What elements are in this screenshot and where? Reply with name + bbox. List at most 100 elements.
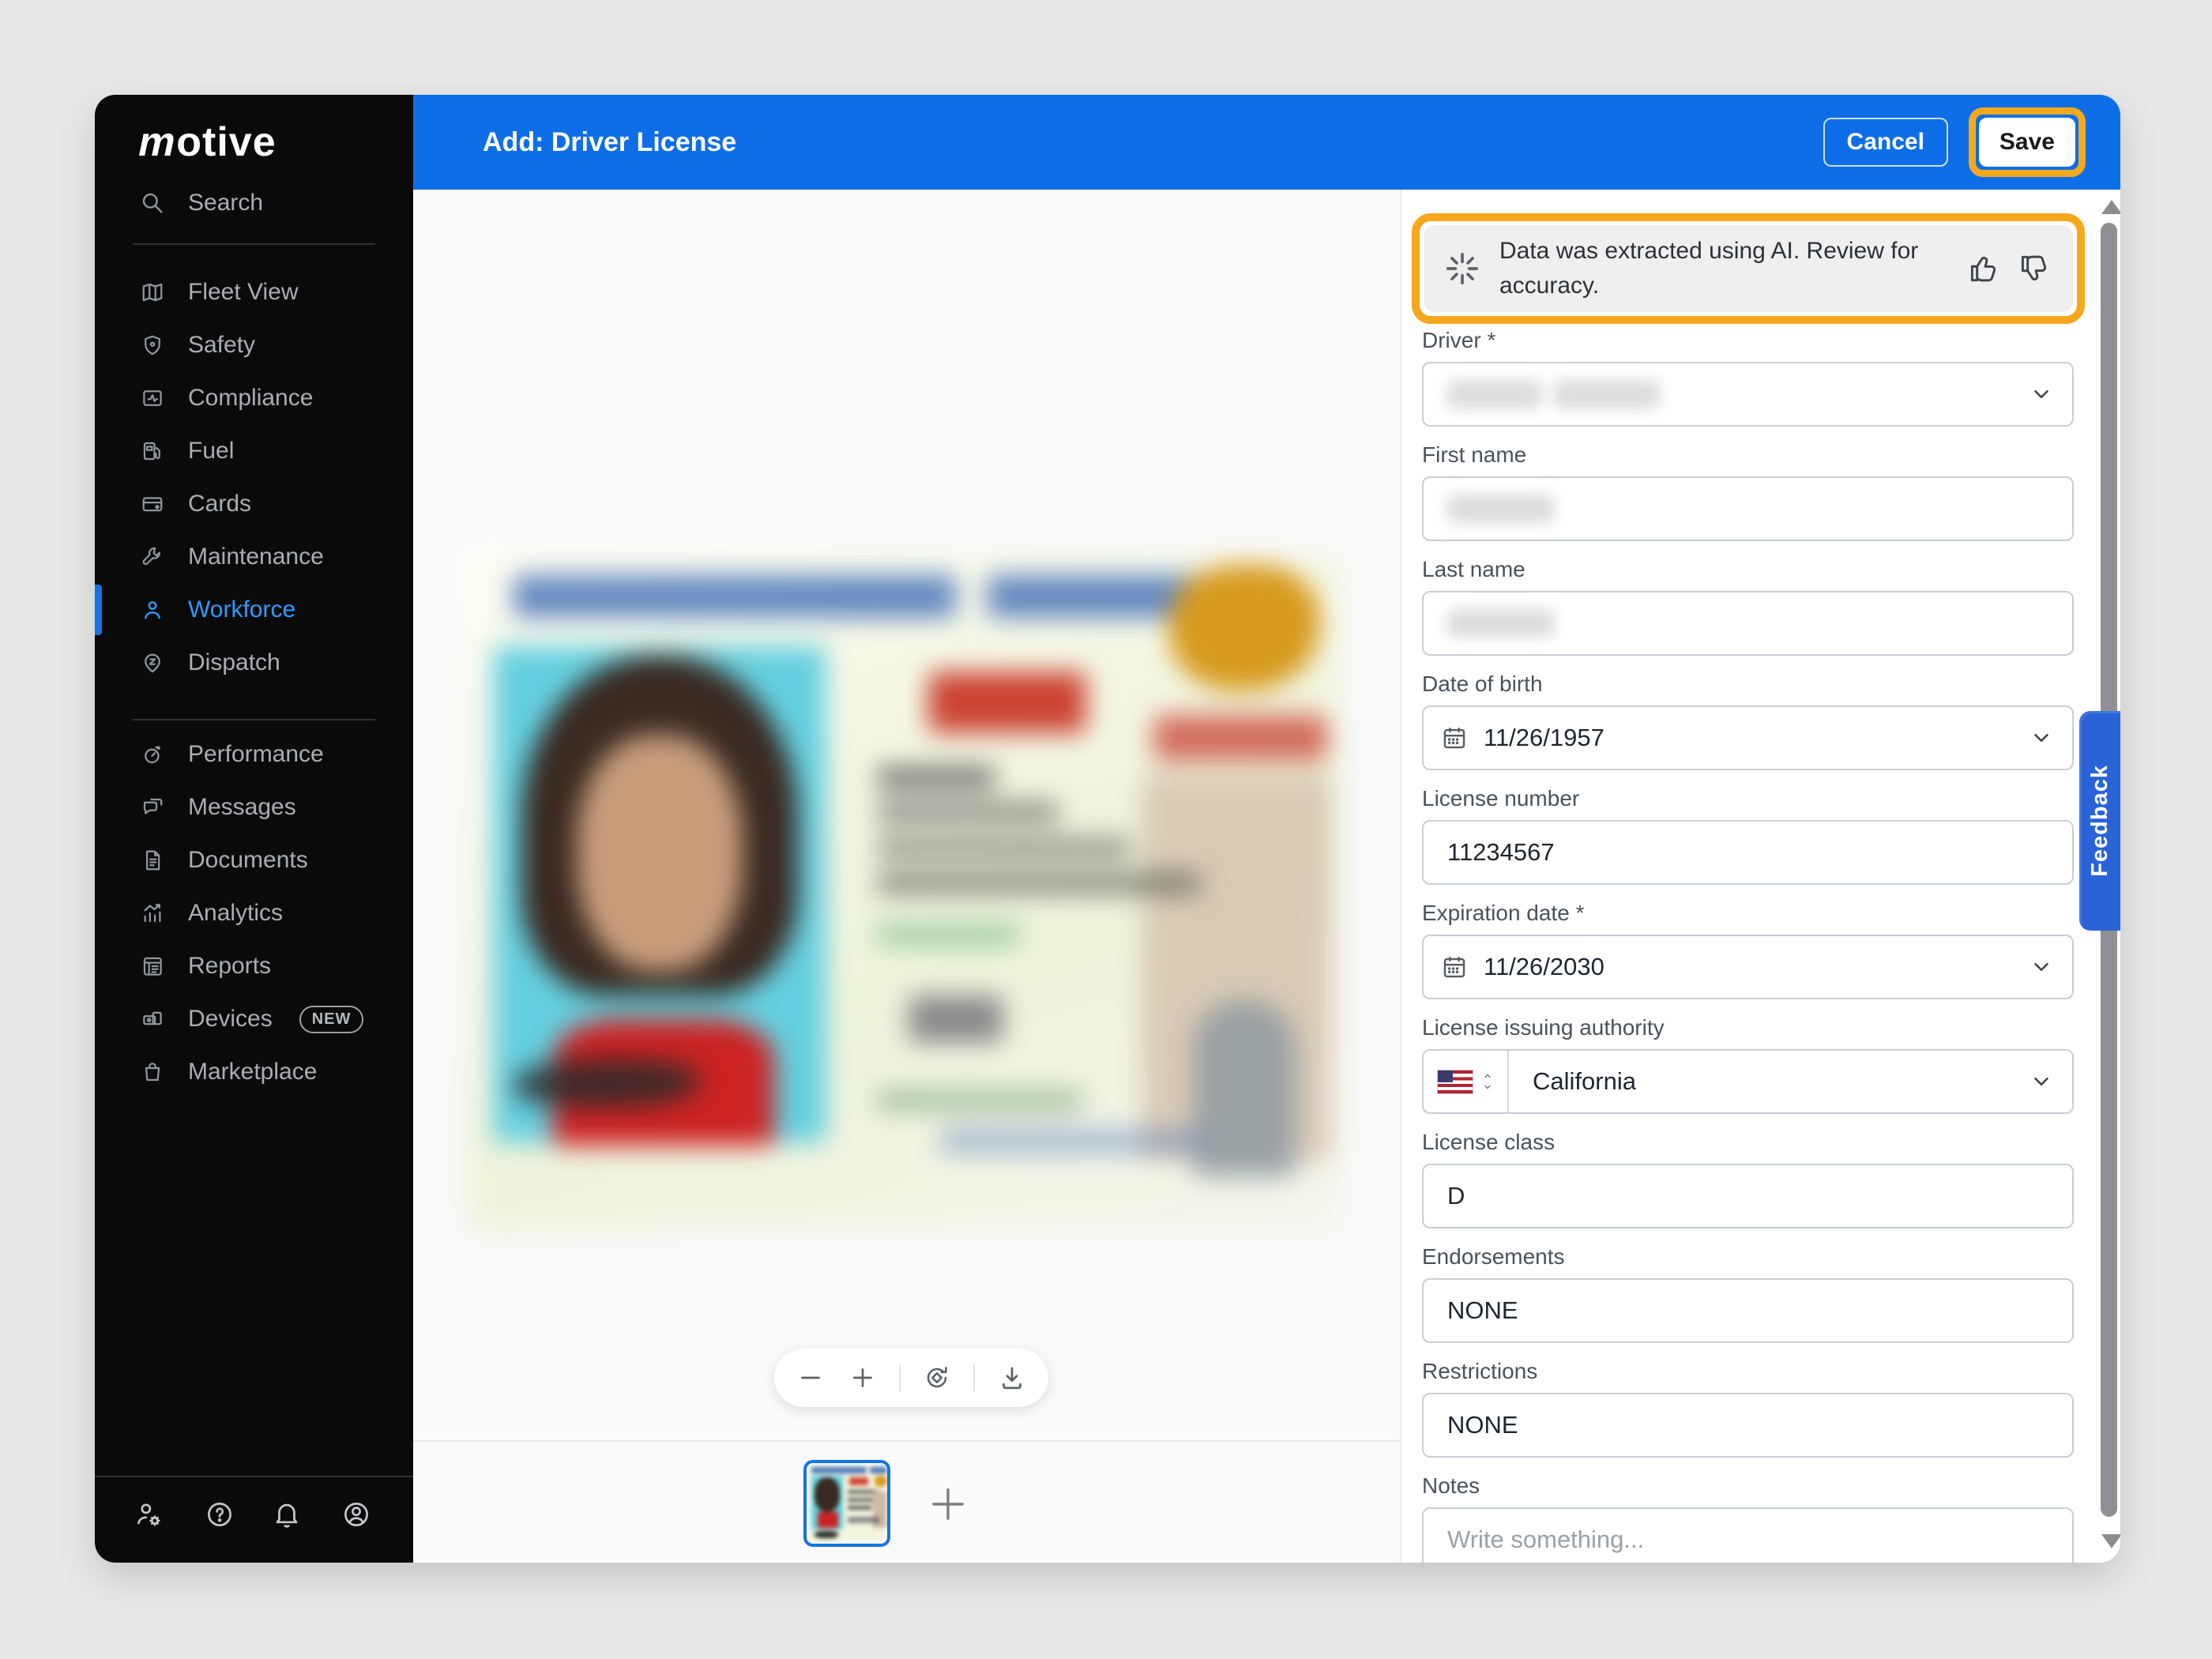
add-page-icon[interactable] bbox=[923, 1479, 973, 1529]
help-circle-icon[interactable] bbox=[205, 1499, 235, 1529]
chat-bubbles-icon bbox=[139, 794, 166, 821]
feedback-tab[interactable]: Feedback bbox=[2079, 711, 2120, 931]
thumbnail-strip-divider bbox=[413, 1440, 1400, 1442]
calendar-icon bbox=[1441, 724, 1468, 751]
sidebar-item-fuel[interactable]: Fuel bbox=[95, 425, 413, 477]
sidebar-item-label: Dispatch bbox=[188, 649, 280, 676]
sidebar-item-analytics[interactable]: Analytics bbox=[95, 887, 413, 939]
sidebar-item-workforce[interactable]: Workforce bbox=[95, 584, 413, 636]
issuing-authority-value: California bbox=[1533, 1067, 1636, 1096]
ai-sparkle-icon bbox=[1444, 250, 1480, 287]
field-label-endorsements: Endorsements bbox=[1422, 1244, 1565, 1270]
date-of-birth-field[interactable]: 11/26/1957 bbox=[1422, 705, 2074, 770]
license-number-value: 11234567 bbox=[1447, 838, 1555, 867]
chart-trend-icon bbox=[139, 900, 166, 927]
sidebar-divider bbox=[133, 243, 375, 245]
endorsements-value: NONE bbox=[1447, 1296, 1518, 1325]
sidebar-item-reports[interactable]: Reports bbox=[95, 940, 413, 992]
sidebar-item-marketplace[interactable]: Marketplace bbox=[95, 1046, 413, 1098]
field-label-driver: Driver * bbox=[1422, 328, 1495, 353]
issuing-authority-field[interactable]: California bbox=[1422, 1049, 2074, 1114]
last-name-field[interactable] bbox=[1422, 591, 2074, 656]
shield-icon bbox=[139, 332, 166, 359]
sidebar-item-search[interactable]: Search bbox=[95, 177, 413, 229]
scrollbar-up-arrow[interactable] bbox=[2101, 200, 2120, 214]
download-icon[interactable] bbox=[997, 1363, 1027, 1393]
calendar-icon bbox=[1441, 954, 1468, 980]
sidebar-item-maintenance[interactable]: Maintenance bbox=[95, 531, 413, 583]
ai-banner-highlight-ring: Data was extracted using AI. Review for … bbox=[1412, 213, 2085, 324]
date-of-birth-value: 11/26/1957 bbox=[1484, 724, 1604, 752]
chevron-down-icon bbox=[2030, 955, 2053, 979]
country-spinner-icon bbox=[1480, 1071, 1495, 1092]
field-label-date-of-birth: Date of birth bbox=[1422, 672, 1543, 697]
chevron-down-icon bbox=[2030, 1070, 2053, 1093]
save-button[interactable]: Save bbox=[1979, 118, 2075, 167]
sidebar-item-label: Maintenance bbox=[188, 544, 324, 570]
us-flag-icon bbox=[1438, 1070, 1473, 1093]
thumbs-down-icon[interactable] bbox=[2018, 251, 2052, 286]
field-label-expiration-date: Expiration date * bbox=[1422, 901, 1584, 926]
license-class-value: D bbox=[1447, 1182, 1465, 1210]
sidebar-item-cards[interactable]: Cards bbox=[95, 478, 413, 530]
redacted-value bbox=[1447, 495, 1554, 523]
redacted-value bbox=[1553, 380, 1660, 408]
chevron-down-icon bbox=[2030, 382, 2053, 406]
ai-extraction-banner: Data was extracted using AI. Review for … bbox=[1424, 225, 2073, 312]
zoom-in-icon[interactable] bbox=[848, 1363, 878, 1393]
field-label-license-class: License class bbox=[1422, 1130, 1555, 1155]
restrictions-field[interactable]: NONE bbox=[1422, 1393, 2074, 1458]
sidebar-item-messages[interactable]: Messages bbox=[95, 781, 413, 833]
first-name-field[interactable] bbox=[1422, 476, 2074, 541]
endorsements-field[interactable]: NONE bbox=[1422, 1278, 2074, 1343]
license-number-field[interactable]: 11234567 bbox=[1422, 820, 2074, 885]
expiration-date-field[interactable]: 11/26/2030 bbox=[1422, 935, 2074, 999]
sidebar-item-label: Cards bbox=[188, 491, 251, 517]
country-selector[interactable] bbox=[1424, 1051, 1509, 1112]
notification-bell-icon[interactable] bbox=[272, 1499, 302, 1529]
sidebar-item-devices[interactable]: Devices NEW bbox=[95, 993, 413, 1045]
account-circle-icon[interactable] bbox=[341, 1499, 371, 1529]
expiration-date-value: 11/26/2030 bbox=[1484, 953, 1604, 981]
sidebar-item-performance[interactable]: Performance bbox=[95, 728, 413, 781]
field-label-issuing-authority: License issuing authority bbox=[1422, 1015, 1665, 1040]
page-title: Add: Driver License bbox=[483, 127, 736, 158]
sidebar-item-documents[interactable]: Documents bbox=[95, 834, 413, 886]
feedback-tab-label: Feedback bbox=[2087, 765, 2113, 877]
zoom-out-icon[interactable] bbox=[796, 1363, 826, 1393]
admin-user-icon[interactable] bbox=[134, 1499, 164, 1529]
fuel-pump-icon bbox=[139, 438, 166, 465]
field-label-restrictions: Restrictions bbox=[1422, 1359, 1537, 1384]
sidebar-item-fleet-view[interactable]: Fleet View bbox=[95, 266, 413, 318]
cancel-button[interactable]: Cancel bbox=[1823, 118, 1948, 167]
new-badge: NEW bbox=[299, 1006, 364, 1033]
sidebar-item-label: Reports bbox=[188, 953, 271, 980]
compliance-monitor-icon bbox=[139, 385, 166, 412]
app-window: motive Search Fleet View Safety Complian bbox=[95, 95, 2120, 1563]
rotate-icon[interactable] bbox=[922, 1363, 952, 1393]
thumbs-up-icon[interactable] bbox=[1967, 251, 2002, 286]
save-button-highlight-ring: Save bbox=[1969, 107, 2086, 177]
logo-text: otive bbox=[176, 119, 276, 165]
restrictions-value: NONE bbox=[1447, 1411, 1518, 1439]
sidebar-item-label: Fleet View bbox=[188, 279, 299, 306]
credit-card-icon bbox=[139, 491, 166, 517]
notes-placeholder: Write something... bbox=[1447, 1525, 1644, 1554]
license-thumbnail[interactable] bbox=[803, 1460, 890, 1547]
license-class-field[interactable]: D bbox=[1422, 1164, 2074, 1228]
stopwatch-icon bbox=[139, 741, 166, 768]
scrollbar-down-arrow[interactable] bbox=[2101, 1534, 2120, 1548]
license-image bbox=[466, 553, 1343, 1232]
field-label-first-name: First name bbox=[1422, 442, 1526, 468]
sidebar-item-dispatch[interactable]: Dispatch bbox=[95, 637, 413, 689]
driver-select[interactable] bbox=[1422, 362, 2074, 427]
sidebar-item-compliance[interactable]: Compliance bbox=[95, 372, 413, 424]
sidebar-item-label: Workforce bbox=[188, 596, 295, 623]
field-label-license-number: License number bbox=[1422, 786, 1579, 811]
sidebar-item-label: Performance bbox=[188, 741, 324, 768]
sidebar-item-safety[interactable]: Safety bbox=[95, 319, 413, 371]
ai-banner-text: Data was extracted using AI. Review for … bbox=[1499, 234, 1942, 303]
field-label-last-name: Last name bbox=[1422, 557, 1525, 582]
document-icon bbox=[139, 847, 166, 874]
notes-field[interactable]: Write something... bbox=[1422, 1507, 2074, 1563]
